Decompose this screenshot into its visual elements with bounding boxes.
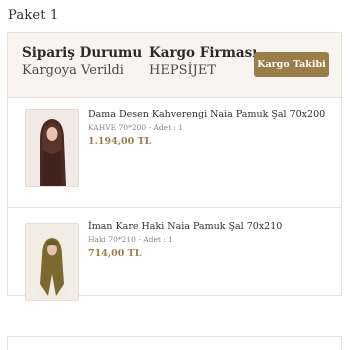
next-package-card <box>7 336 342 350</box>
item-variant: Haki 70*210 - Adet : 1 <box>88 235 173 244</box>
product-thumbnail[interactable] <box>25 109 79 187</box>
order-item[interactable]: Dama Desen Kahverengi Naia Pamuk Şal 70x… <box>8 98 341 208</box>
order-package-page: Paket 1 Sipariş Durumu Kargoya Verildi K… <box>0 0 350 350</box>
khaki-scarf-model-photo-icon <box>26 224 78 300</box>
item-price: 1.194,00 TL <box>88 136 152 147</box>
carrier-block: Kargo Firması HEPSİJET <box>149 45 257 78</box>
item-title[interactable]: İman Kare Haki Naia Pamuk Şal 70x210 <box>88 221 282 232</box>
order-status-value: Kargoya Verildi <box>22 63 124 78</box>
carrier-label: Kargo Firması <box>149 45 258 61</box>
track-shipment-button[interactable]: Kargo Takibi <box>254 52 329 77</box>
item-info: İman Kare Haki Naia Pamuk Şal 70x210 Hak… <box>88 221 282 259</box>
order-status-label: Sipariş Durumu <box>22 45 143 61</box>
order-status-block: Sipariş Durumu Kargoya Verildi <box>22 45 142 78</box>
package-card: Sipariş Durumu Kargoya Verildi Kargo Fir… <box>7 32 342 301</box>
order-item[interactable]: İman Kare Haki Naia Pamuk Şal 70x210 Hak… <box>8 208 341 301</box>
item-variant: KAHVE 70*200 - Adet : 1 <box>88 123 184 132</box>
package-title: Paket 1 <box>8 8 59 23</box>
item-price: 714,00 TL <box>88 248 142 259</box>
shipment-status-row: Sipariş Durumu Kargoya Verildi Kargo Fir… <box>8 33 341 98</box>
product-thumbnail[interactable] <box>25 223 79 301</box>
carrier-value: HEPSİJET <box>149 63 216 78</box>
item-title[interactable]: Dama Desen Kahverengi Naia Pamuk Şal 70x… <box>88 109 325 120</box>
brown-scarf-model-photo-icon <box>26 110 78 186</box>
item-info: Dama Desen Kahverengi Naia Pamuk Şal 70x… <box>88 109 325 147</box>
